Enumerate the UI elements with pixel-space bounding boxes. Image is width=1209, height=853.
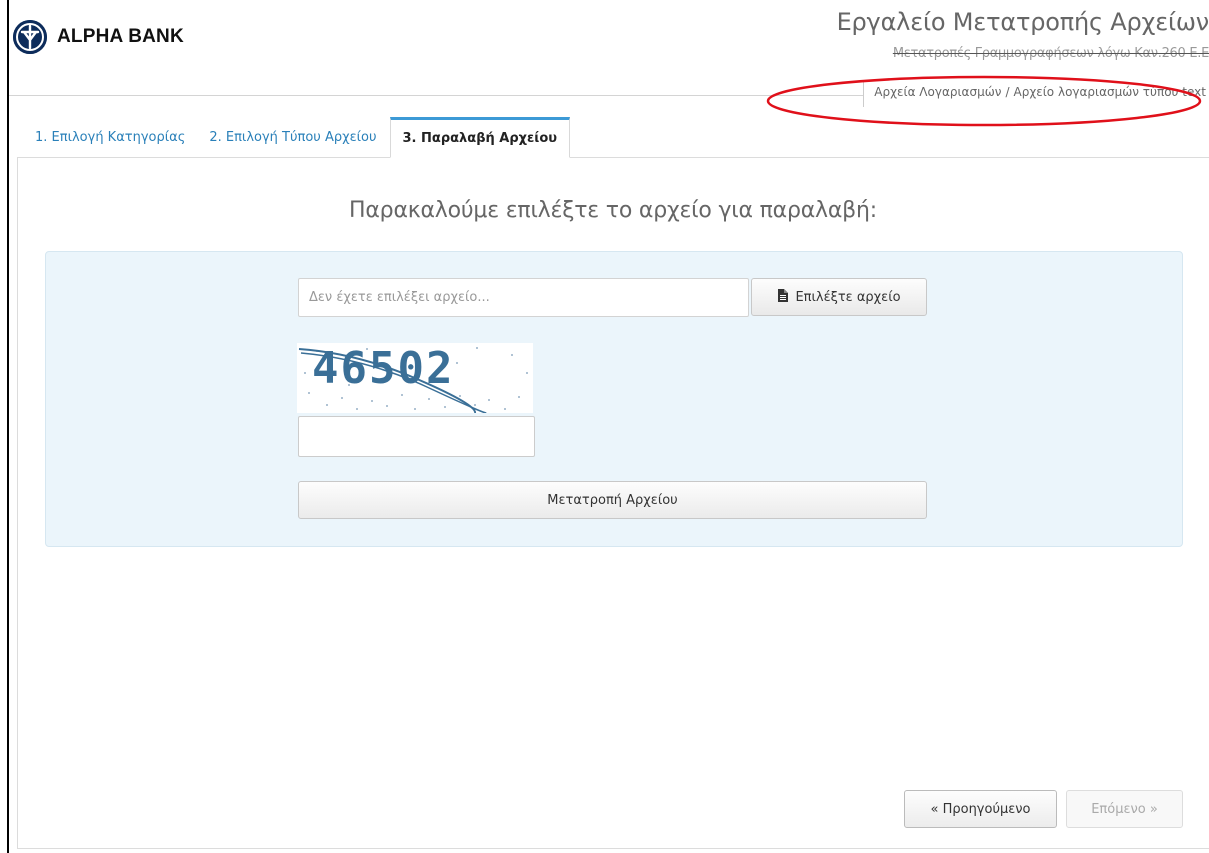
brand-logo[interactable]: ALPHA BANK [13,20,184,54]
previous-button[interactable]: « Προηγούμενο [904,790,1057,828]
next-button[interactable]: Επόμενο » [1066,790,1183,828]
upload-prompt: Παρακαλούμε επιλέξτε το αρχείο για παραλ… [349,198,877,223]
breadcrumb-item-current: Αρχείο λογαριασμών τύπου text [1013,85,1207,99]
captcha-image: 46502 [297,343,533,413]
brand-name: ALPHA BANK [57,26,184,47]
breadcrumb-item-accounts[interactable]: Αρχεία Λογαριασμών [874,85,1001,99]
app-subtitle: Μετατροπές Γραμμογραφήσεων λόγω Καν.260 … [892,46,1209,61]
breadcrumb-separator: / [1005,85,1010,99]
alpha-bank-logo-icon [13,20,47,54]
app-title: Εργαλείο Μετατροπής Αρχείων [836,8,1209,36]
browse-file-button[interactable]: Επιλέξτε αρχείο [751,278,927,316]
captcha-code: 46502 [312,343,455,394]
browse-file-label: Επιλέξτε αρχείο [795,289,901,305]
file-icon [777,288,789,306]
tab-select-file-type[interactable]: 2. Επιλογή Τύπου Αρχείου [200,117,385,158]
captcha-input[interactable] [298,416,535,457]
tab-select-category[interactable]: 1. Επιλογή Κατηγορίας [26,117,194,158]
tab-receive-file[interactable]: 3. Παραλαβή Αρχείου [389,117,571,158]
left-frame-border [7,0,9,853]
wizard-tabs: 1. Επιλογή Κατηγορίας 2. Επιλογή Τύπου Α… [26,117,571,158]
convert-file-button[interactable]: Μετατροπή Αρχείου [298,481,927,519]
breadcrumb: Αρχεία Λογαριασμών / Αρχείο λογαριασμών τύ… [863,81,1209,107]
file-path-input[interactable] [298,278,749,317]
